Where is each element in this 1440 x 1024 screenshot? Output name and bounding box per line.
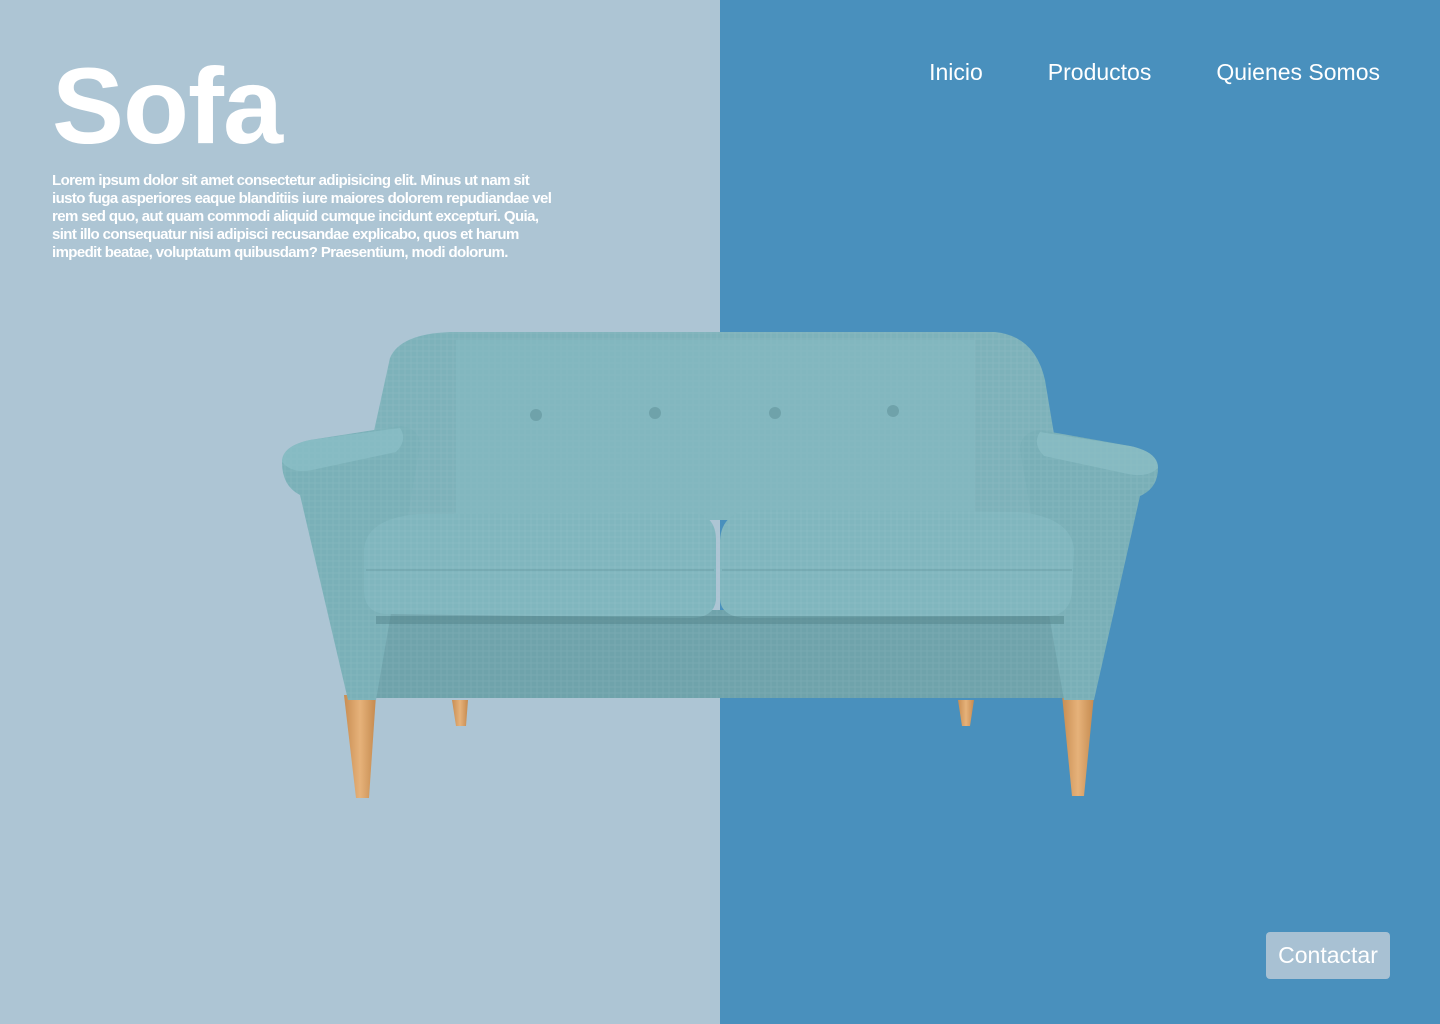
hero-description: Lorem ipsum dolor sit amet consectetur a… — [52, 172, 552, 261]
page-title: Sofa — [52, 45, 283, 166]
nav-link-inicio[interactable]: Inicio — [929, 58, 983, 86]
sofa-image — [282, 332, 1158, 798]
nav-link-productos[interactable]: Productos — [1048, 58, 1152, 86]
main-nav: Inicio Productos Quienes Somos — [929, 58, 1380, 86]
nav-link-quienes-somos[interactable]: Quienes Somos — [1216, 58, 1380, 86]
contact-button[interactable]: Contactar — [1266, 932, 1390, 979]
